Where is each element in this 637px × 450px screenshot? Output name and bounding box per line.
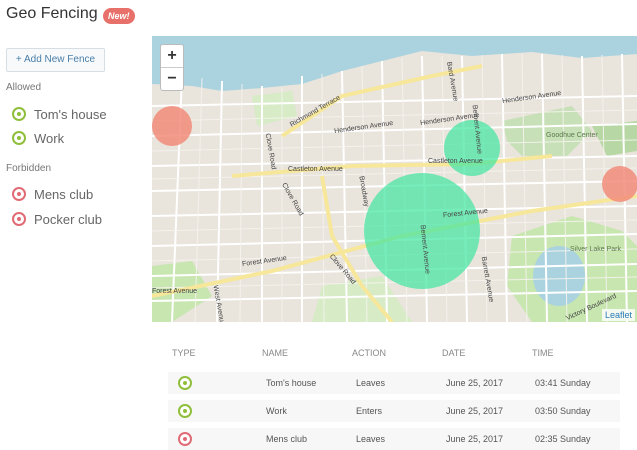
row-date: June 25, 2017 [446,378,504,388]
street-label: Castleton Avenue [428,158,483,165]
geo-fence-map[interactable]: Richmond Terrace Henderson Avenue Hender… [152,36,637,322]
col-header-date: DATE [442,348,466,358]
fence-item-toms-house[interactable]: Tom's house [12,104,107,124]
forbidden-fence-circle [152,106,192,146]
row-time: 02:35 Sunday [535,434,591,444]
forbidden-pin-icon [178,432,192,446]
row-time: 03:41 Sunday [535,378,591,388]
leaflet-attribution-link[interactable]: Leaflet [601,309,635,321]
row-name: Mens club [266,434,308,444]
row-action: Leaves [356,434,386,444]
allowed-section-label: Allowed [6,82,42,93]
fence-item-label: Tom's house [34,106,107,122]
fence-item-label: Work [34,130,65,146]
map-tiles [152,36,637,322]
col-header-time: TIME [532,348,554,358]
allowed-pin-icon [12,131,26,145]
forbidden-pin-icon [12,212,26,226]
zoom-in-button[interactable]: + [161,45,183,67]
street-label: Forest Avenue [152,288,198,295]
table-row[interactable]: Tom's house Leaves June 25, 2017 03:41 S… [168,372,620,394]
new-badge: New! [103,8,135,24]
add-new-fence-button[interactable]: + Add New Fence [6,48,105,72]
zoom-out-button[interactable]: − [161,67,183,90]
allowed-fence-circle [444,120,500,176]
street-label: Silver Lake Park [570,246,621,253]
fence-item-label: Mens club [34,186,94,202]
fence-sidebar: + Add New Fence Allowed Tom's house Work… [0,36,150,450]
col-header-type: TYPE [172,348,196,358]
allowed-pin-icon [178,404,192,418]
fence-event-log: TYPE NAME ACTION DATE TIME Tom's house L… [152,322,637,450]
row-date: June 25, 2017 [446,406,504,416]
col-header-action: ACTION [352,348,387,358]
forbidden-pin-icon [12,187,26,201]
row-action: Leaves [356,378,386,388]
allowed-pin-icon [178,376,192,390]
fence-item-work[interactable]: Work [12,128,64,148]
fence-item-label: Pocker club [34,211,102,227]
street-label: Castleton Avenue [288,166,343,173]
table-row[interactable]: Work Enters June 25, 2017 03:50 Sunday [168,400,620,422]
row-time: 03:50 Sunday [535,406,591,416]
row-name: Tom's house [266,378,317,388]
page-title: Geo Fencing [6,5,98,22]
fence-item-pocker-club[interactable]: Pocker club [12,209,102,229]
fence-item-mens-club[interactable]: Mens club [12,184,93,204]
zoom-control: + − [160,44,184,91]
col-header-name: NAME [262,348,289,358]
forbidden-fence-circle [602,166,637,202]
street-label: Goodhue Center [546,132,598,139]
forbidden-section-label: Forbidden [6,163,52,174]
allowed-pin-icon [12,107,26,121]
page-header: Geo Fencing New! [0,0,637,34]
table-row[interactable]: Mens club Leaves June 25, 2017 02:35 Sun… [168,428,620,450]
row-name: Work [266,406,287,416]
row-action: Enters [356,406,383,416]
table-header: TYPE NAME ACTION DATE TIME [152,348,637,364]
row-date: June 25, 2017 [446,434,504,444]
